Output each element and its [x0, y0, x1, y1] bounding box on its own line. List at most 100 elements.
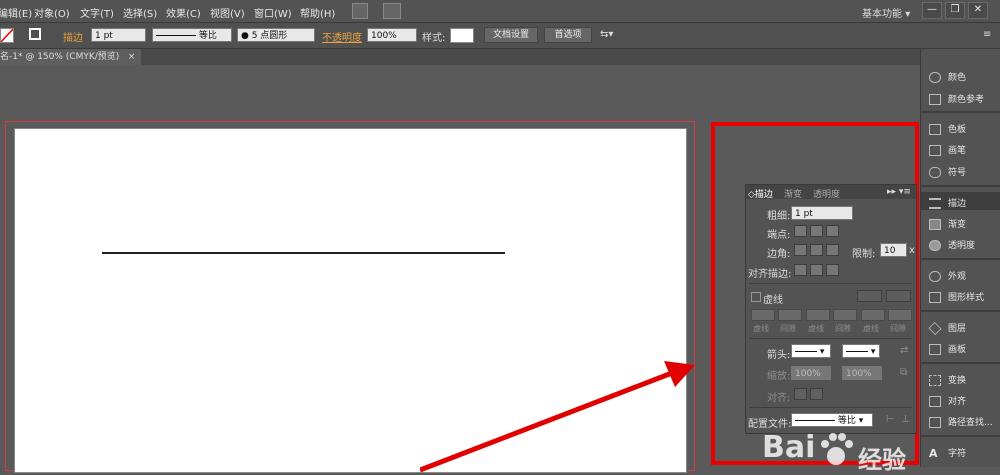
- dock-item-swatches[interactable]: 色板: [929, 122, 966, 135]
- gap-field-2[interactable]: [833, 309, 857, 321]
- document-tab-title: 名-1* @ 150% (CMYK/预览): [0, 52, 120, 62]
- projecting-cap-icon[interactable]: [826, 225, 839, 237]
- align-dash-icon[interactable]: [886, 290, 911, 302]
- dock-divider: [921, 258, 1000, 260]
- minimize-button[interactable]: —: [922, 2, 942, 19]
- arrow-tip-beyond-icon[interactable]: [794, 388, 807, 400]
- close-icon[interactable]: ×: [128, 52, 136, 62]
- appearance-icon: [929, 271, 941, 282]
- gap-field-1[interactable]: [778, 309, 802, 321]
- dock-label: 描边: [948, 199, 967, 209]
- menu-effect[interactable]: 效果(C): [166, 5, 201, 20]
- divider: [750, 283, 912, 284]
- round-join-icon[interactable]: [810, 244, 823, 256]
- dashed-line-label: 虚线: [763, 295, 783, 306]
- flip-across-icon[interactable]: ⊥: [901, 414, 910, 425]
- dash-field-3[interactable]: [861, 309, 885, 321]
- dock-label: 渐变: [948, 220, 967, 230]
- tab-gradient[interactable]: 渐变: [784, 187, 802, 200]
- gap-field-3[interactable]: [888, 309, 912, 321]
- link-scale-icon[interactable]: ⧉: [900, 367, 907, 378]
- preserve-dash-icon[interactable]: [857, 290, 882, 302]
- close-button[interactable]: ✕: [968, 2, 988, 19]
- end-arrowhead-select[interactable]: ▾: [842, 344, 880, 358]
- butt-cap-icon[interactable]: [794, 225, 807, 237]
- brush-definition-select[interactable]: ● 5 点圆形: [237, 28, 315, 42]
- menu-type[interactable]: 文字(T): [80, 5, 114, 20]
- menu-view[interactable]: 视图(V): [210, 5, 245, 20]
- brushes-icon: [929, 145, 941, 156]
- dock-item-layers[interactable]: 图层: [928, 321, 966, 336]
- dashed-line-checkbox[interactable]: [751, 292, 761, 302]
- menu-help[interactable]: 帮助(H): [300, 5, 335, 20]
- cap-label: 端点:: [767, 230, 791, 241]
- dock-item-color-guide[interactable]: 颜色参考: [929, 92, 984, 105]
- align-outside-icon[interactable]: [826, 264, 839, 276]
- dock-item-color[interactable]: 颜色: [929, 70, 966, 83]
- preferences-button[interactable]: 首选项: [544, 27, 592, 43]
- panel-options-icon[interactable]: ▸▸ ▾≡: [887, 187, 911, 197]
- stroke-swatch-icon[interactable]: [29, 28, 41, 40]
- dock-item-graphic-styles[interactable]: 图形样式: [929, 290, 984, 303]
- maximize-button[interactable]: ❐: [945, 2, 965, 19]
- dock-item-symbols[interactable]: 符号: [929, 165, 966, 178]
- swatches-icon: [929, 124, 941, 135]
- stroke-weight-field[interactable]: 1 pt: [91, 28, 146, 42]
- miter-join-icon[interactable]: [794, 244, 807, 256]
- dock-label: 变换: [948, 376, 967, 386]
- start-arrowhead-select[interactable]: ▾: [791, 344, 831, 358]
- document-setup-button[interactable]: 文档设置: [484, 27, 538, 43]
- end-scale-field[interactable]: 100%: [842, 366, 882, 380]
- document-tab-bar: 名-1* @ 150% (CMYK/预览) ×: [0, 49, 920, 65]
- bridge-icon[interactable]: [352, 3, 368, 19]
- dock-item-artboards[interactable]: 画板: [929, 342, 966, 355]
- opacity-field[interactable]: 100%: [367, 28, 417, 42]
- arrange-documents-icon[interactable]: [383, 3, 401, 19]
- dock-item-stroke[interactable]: 描边: [929, 196, 966, 209]
- dock-item-gradient[interactable]: 渐变: [929, 217, 966, 230]
- flip-along-icon[interactable]: ⊢: [886, 414, 895, 425]
- tab-transparency[interactable]: 透明度: [813, 187, 840, 200]
- menu-window[interactable]: 窗口(W): [254, 5, 292, 20]
- swap-arrowheads-icon[interactable]: ⇄: [900, 345, 908, 356]
- arrow-tip-at-end-icon[interactable]: [810, 388, 823, 400]
- dock-item-brushes[interactable]: 画笔: [929, 143, 966, 156]
- symbols-icon: [929, 167, 941, 178]
- align-inside-icon[interactable]: [810, 264, 823, 276]
- dash-field-1[interactable]: [751, 309, 775, 321]
- dock-item-appearance[interactable]: 外观: [929, 269, 966, 282]
- document-tab[interactable]: 名-1* @ 150% (CMYK/预览) ×: [0, 49, 142, 65]
- graphic-style-swatch[interactable]: [450, 28, 474, 43]
- menu-object[interactable]: 对象(O): [34, 5, 70, 20]
- artboards-icon: [929, 344, 941, 355]
- drawn-line-path[interactable]: [102, 252, 505, 254]
- align-center-icon[interactable]: [794, 264, 807, 276]
- menu-edit[interactable]: 编辑(E): [0, 5, 32, 20]
- start-scale-field[interactable]: 100%: [791, 366, 831, 380]
- variable-width-profile-select[interactable]: 等比: [152, 28, 232, 42]
- weight-field[interactable]: 1 pt: [791, 206, 853, 220]
- workspace-switcher[interactable]: 基本功能 ▾: [862, 5, 910, 20]
- profile-label: 等比: [198, 31, 217, 41]
- gap-label-1: 间隙: [780, 324, 796, 333]
- dash-label-2: 虚线: [808, 324, 824, 333]
- miter-limit-field[interactable]: 10: [880, 243, 907, 257]
- round-cap-icon[interactable]: [810, 225, 823, 237]
- dock-divider: [921, 362, 1000, 364]
- width-profile-select[interactable]: 等比 ▾: [791, 413, 873, 427]
- opacity-label[interactable]: 不透明度: [322, 29, 362, 44]
- dock-item-transform[interactable]: 变换: [929, 373, 966, 386]
- fill-swatch-icon[interactable]: [0, 28, 14, 43]
- dock-divider: [921, 310, 1000, 312]
- dock-item-character[interactable]: A 字符: [929, 446, 966, 459]
- dock-item-transparency[interactable]: 透明度: [929, 238, 975, 251]
- color-guide-icon: [929, 94, 941, 105]
- tab-stroke[interactable]: ◇描边: [748, 187, 773, 200]
- arrange-icon[interactable]: ⇆▾: [600, 29, 613, 40]
- dash-field-2[interactable]: [806, 309, 830, 321]
- panel-menu-icon[interactable]: ≡: [983, 29, 991, 40]
- dock-item-align[interactable]: 对齐: [929, 394, 966, 407]
- menu-select[interactable]: 选择(S): [123, 5, 157, 20]
- dock-item-pathfinder[interactable]: 路径查找...: [929, 415, 993, 428]
- bevel-join-icon[interactable]: [826, 244, 839, 256]
